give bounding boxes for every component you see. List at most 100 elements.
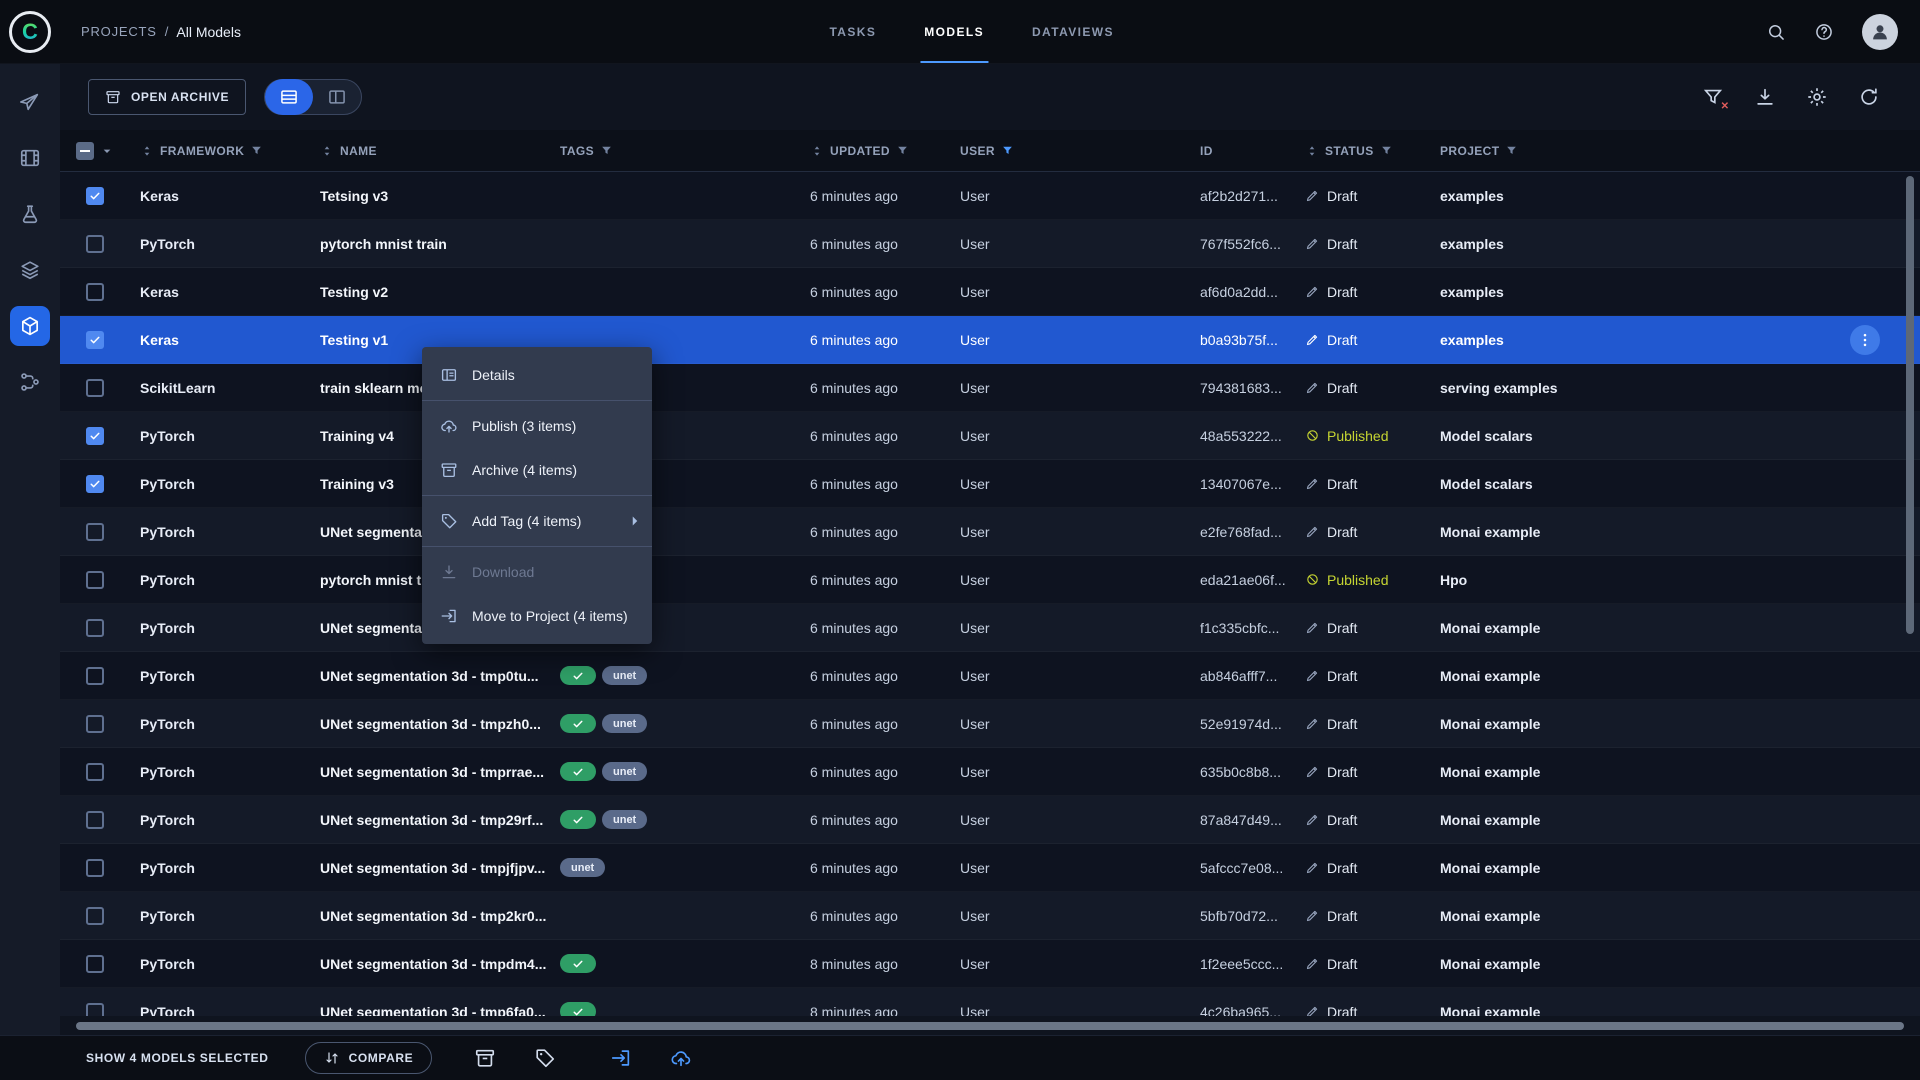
row-checkbox[interactable] <box>86 426 104 445</box>
column-header-tags[interactable]: TAGS <box>550 144 800 158</box>
row-checkbox[interactable] <box>86 954 104 973</box>
cell-framework: PyTorch <box>140 763 195 780</box>
sidebar-item-models[interactable] <box>10 306 50 346</box>
table-row[interactable]: Keras Testing v1 6 minutes ago User b0a93b75… <box>60 316 1920 364</box>
sidebar-item-experiments[interactable] <box>10 194 50 234</box>
column-header-user[interactable]: USER <box>950 144 1190 158</box>
menu-item-publish[interactable]: Publish (3 items) <box>422 404 652 448</box>
menu-divider <box>422 546 652 547</box>
tab-models[interactable]: MODELS <box>920 0 988 63</box>
open-archive-button[interactable]: OPEN ARCHIVE <box>88 79 247 115</box>
search-icon[interactable] <box>1766 22 1786 42</box>
table-row[interactable]: PyTorch UNet segmentation 3d - tmp2kr0...… <box>60 892 1920 940</box>
row-checkbox[interactable] <box>86 474 104 493</box>
row-checkbox[interactable] <box>86 858 104 877</box>
main-tabs: TASKS MODELS DATAVIEWS <box>825 0 1117 63</box>
refresh-button[interactable] <box>1858 86 1880 108</box>
tag-selected-button[interactable] <box>534 1047 556 1069</box>
card-view-button[interactable] <box>313 79 361 115</box>
table-row[interactable]: PyTorch UNet segmentation 3d - tmprrae...… <box>60 748 1920 796</box>
menu-item-move-to-project[interactable]: Move to Project (4 items) <box>422 594 652 638</box>
breadcrumb-projects[interactable]: PROJECTS <box>81 24 157 39</box>
table-row[interactable]: Keras Tetsing v3 6 minutes ago User af2b2d27… <box>60 172 1920 220</box>
tag-chip: unet <box>602 666 648 685</box>
help-icon[interactable] <box>1814 22 1834 42</box>
cell-id: ab846afff7... <box>1200 667 1278 684</box>
selection-dropdown-caret[interactable] <box>99 143 115 159</box>
clear-filters-button[interactable]: ✕ <box>1702 86 1729 112</box>
row-checkbox[interactable] <box>86 234 104 253</box>
sidebar-item-launch[interactable] <box>10 82 50 122</box>
row-checkbox[interactable] <box>86 714 104 733</box>
table-row[interactable]: PyTorch Training v4 6 minutes ago User 48a55… <box>60 412 1920 460</box>
table-row[interactable]: PyTorch UNet segmentation 3d - tmpjfjpv..… <box>60 844 1920 892</box>
tag-check-chip <box>560 810 596 829</box>
row-checkbox[interactable] <box>86 186 104 205</box>
cell-framework: PyTorch <box>140 667 195 684</box>
row-actions-button[interactable] <box>1850 324 1880 355</box>
table-row[interactable]: PyTorch UNet segmentation 3d - tmpzh0... u… <box>60 700 1920 748</box>
archive-selected-button[interactable] <box>474 1047 496 1069</box>
sort-icon <box>320 144 334 158</box>
column-header-project[interactable]: PROJECT <box>1430 144 1920 158</box>
tag-chip: unet <box>602 810 648 829</box>
row-checkbox[interactable] <box>86 810 104 829</box>
cell-updated: 6 minutes ago <box>810 379 898 396</box>
publish-selected-button[interactable] <box>670 1047 692 1069</box>
cell-framework: PyTorch <box>140 811 195 828</box>
selection-count-label[interactable]: SHOW 4 MODELS SELECTED <box>86 1051 269 1065</box>
table-settings-button[interactable] <box>1806 86 1828 108</box>
table-row[interactable]: PyTorch Training v3 6 minutes ago User 13407… <box>60 460 1920 508</box>
vertical-scrollbar[interactable] <box>1906 176 1914 634</box>
column-header-status[interactable]: STATUS <box>1295 144 1430 158</box>
row-checkbox[interactable] <box>86 762 104 781</box>
cell-id: 4c26ba965... <box>1200 1003 1281 1017</box>
avatar[interactable] <box>1862 13 1898 50</box>
row-checkbox[interactable] <box>86 378 104 397</box>
tab-tasks[interactable]: TASKS <box>825 0 880 63</box>
row-checkbox[interactable] <box>86 330 104 349</box>
table-row[interactable]: PyTorch pytorch mnist train 6 minutes ago U… <box>60 220 1920 268</box>
cell-name: UNet segmentation 3d - tmpzh0... <box>320 715 541 732</box>
row-checkbox-cell <box>60 906 130 925</box>
move-selected-button[interactable] <box>610 1047 632 1069</box>
menu-item-details[interactable]: Details <box>422 353 652 397</box>
row-checkbox[interactable] <box>86 522 104 541</box>
table-row[interactable]: PyTorch UNet segmentation 3d - tmp0tu... u… <box>60 652 1920 700</box>
table-view-button[interactable] <box>265 79 314 115</box>
table-row[interactable]: PyTorchUNet segmentation 3d - tmprb9d...… <box>60 604 1920 652</box>
table-row[interactable]: Keras Testing v2 6 minutes ago User af6d0a2d… <box>60 268 1920 316</box>
sidebar-item-projects[interactable] <box>10 138 50 178</box>
column-header-framework[interactable]: FRAMEWORK <box>130 144 310 158</box>
archive-icon <box>105 89 121 105</box>
menu-item-archive[interactable]: Archive (4 items) <box>422 448 652 492</box>
table-row[interactable]: PyTorch UNet segmentation 3d - tmp6fa0...… <box>60 988 1920 1016</box>
table-row[interactable]: PyTorch UNet segmentat... 6 minutes ago Use… <box>60 508 1920 556</box>
row-checkbox[interactable] <box>86 282 104 301</box>
cell-id: b0a93b75f... <box>1200 331 1278 348</box>
column-header-updated[interactable]: UPDATED <box>800 144 950 158</box>
row-checkbox[interactable] <box>86 1002 104 1016</box>
menu-item-add-tag[interactable]: Add Tag (4 items) <box>422 499 652 543</box>
table-row[interactable]: PyTorch UNet segmentation 3d - tmp29rf...… <box>60 796 1920 844</box>
row-checkbox[interactable] <box>86 906 104 925</box>
row-checkbox[interactable] <box>86 666 104 685</box>
row-checkbox[interactable] <box>86 570 104 589</box>
cell-id: af2b2d271... <box>1200 187 1278 204</box>
breadcrumb-current[interactable]: All Models <box>176 24 241 40</box>
row-checkbox[interactable] <box>86 618 104 637</box>
select-all-checkbox[interactable] <box>75 141 94 160</box>
cell-user: User <box>960 619 990 636</box>
table-row[interactable]: PyTorch UNet segmentation 3d - tmpdm4... 8… <box>60 940 1920 988</box>
row-checkbox-cell <box>60 714 130 733</box>
horizontal-scrollbar[interactable] <box>76 1021 1904 1030</box>
table-row[interactable]: ScikitLearn train sklearn mo... 6 minutes … <box>60 364 1920 412</box>
tab-dataviews[interactable]: DATAVIEWS <box>1028 0 1118 63</box>
sidebar-item-datasets[interactable] <box>10 250 50 290</box>
table-row[interactable]: PyTorch pytorch mnist tr... 6 minutes ago U… <box>60 556 1920 604</box>
sidebar-item-pipelines[interactable] <box>10 362 50 402</box>
download-button[interactable] <box>1754 86 1776 108</box>
clearml-logo[interactable]: C <box>9 10 51 53</box>
column-header-name[interactable]: NAME <box>310 144 550 158</box>
compare-button[interactable]: COMPARE <box>304 1042 433 1074</box>
